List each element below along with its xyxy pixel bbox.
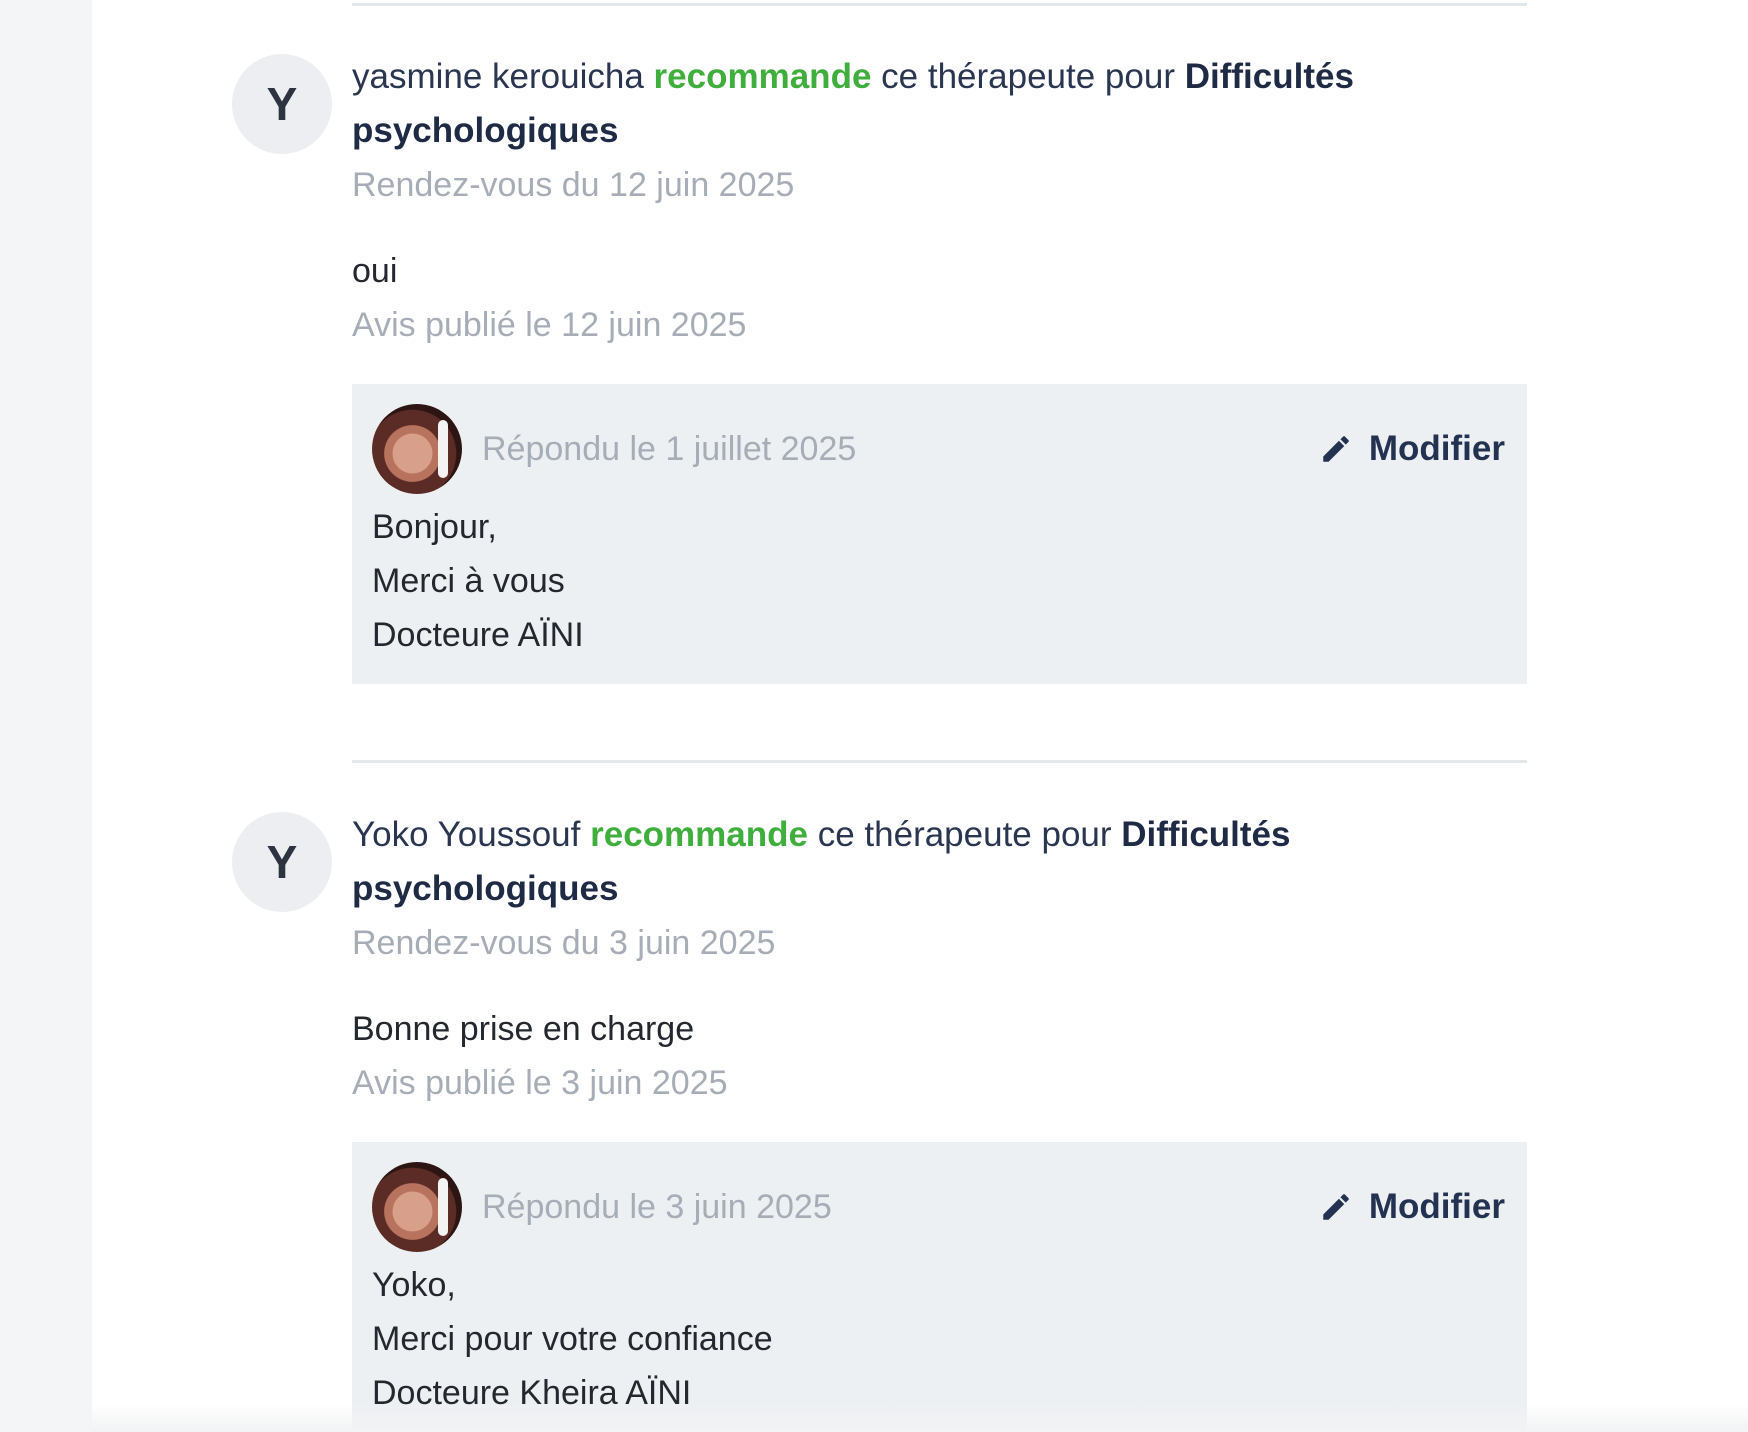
therapist-reply: Répondu le 1 juillet 2025 Modifier Bonjo… (352, 384, 1527, 684)
reviewer-avatar: Y (232, 54, 332, 154)
reply-line: Bonjour, (372, 508, 497, 546)
reply-line: Docteure AÏNI (372, 616, 584, 654)
therapist-photo (372, 404, 462, 494)
reply-line: Merci pour votre confiance (372, 1320, 773, 1358)
modify-button[interactable]: Modifier (1319, 1187, 1505, 1227)
bottom-fade (92, 1404, 1748, 1432)
recommend-label: recommande (653, 57, 872, 96)
appointment-date: Rendez-vous du 12 juin 2025 (352, 166, 795, 204)
reply-line: Merci à vous (372, 562, 565, 600)
headline-middle: ce thérapeute pour (817, 815, 1112, 854)
appointment-date: Rendez-vous du 3 juin 2025 (352, 924, 776, 962)
review-headline: yasmine kerouicha recommande ce thérapeu… (352, 50, 1527, 158)
reviewer-name: Yoko Youssouf (352, 815, 581, 854)
review-headline: Yoko Youssouf recommande ce thérapeute p… (352, 808, 1527, 916)
therapist-photo (372, 1162, 462, 1252)
reply-text: Bonjour, Merci à vous Docteure AÏNI (372, 500, 1505, 662)
therapist-reply: Répondu le 3 juin 2025 Modifier Yoko, Me… (352, 1142, 1527, 1432)
headline-middle: ce thérapeute pour (881, 57, 1175, 96)
reviewer-name: yasmine kerouicha (352, 57, 644, 96)
modify-label: Modifier (1368, 1187, 1505, 1226)
recommend-label: recommande (590, 815, 808, 854)
reviewer-avatar: Y (232, 812, 332, 912)
reply-text: Yoko, Merci pour votre confiance Docteur… (372, 1258, 1505, 1420)
reply-date: Répondu le 3 juin 2025 (482, 1187, 832, 1226)
review-comment: Bonne prise en charge (352, 1010, 695, 1048)
reply-date: Répondu le 1 juillet 2025 (482, 429, 857, 468)
review-divider (352, 760, 1527, 763)
reply-line: Yoko, (372, 1266, 456, 1304)
review-divider (352, 3, 1527, 6)
published-date: Avis publié le 12 juin 2025 (352, 306, 747, 344)
review-comment: oui (352, 252, 398, 290)
published-date: Avis publié le 3 juin 2025 (352, 1064, 728, 1102)
modify-label: Modifier (1368, 429, 1505, 468)
modify-button[interactable]: Modifier (1319, 429, 1505, 469)
pencil-icon (1323, 1194, 1349, 1220)
pencil-icon (1323, 436, 1349, 462)
